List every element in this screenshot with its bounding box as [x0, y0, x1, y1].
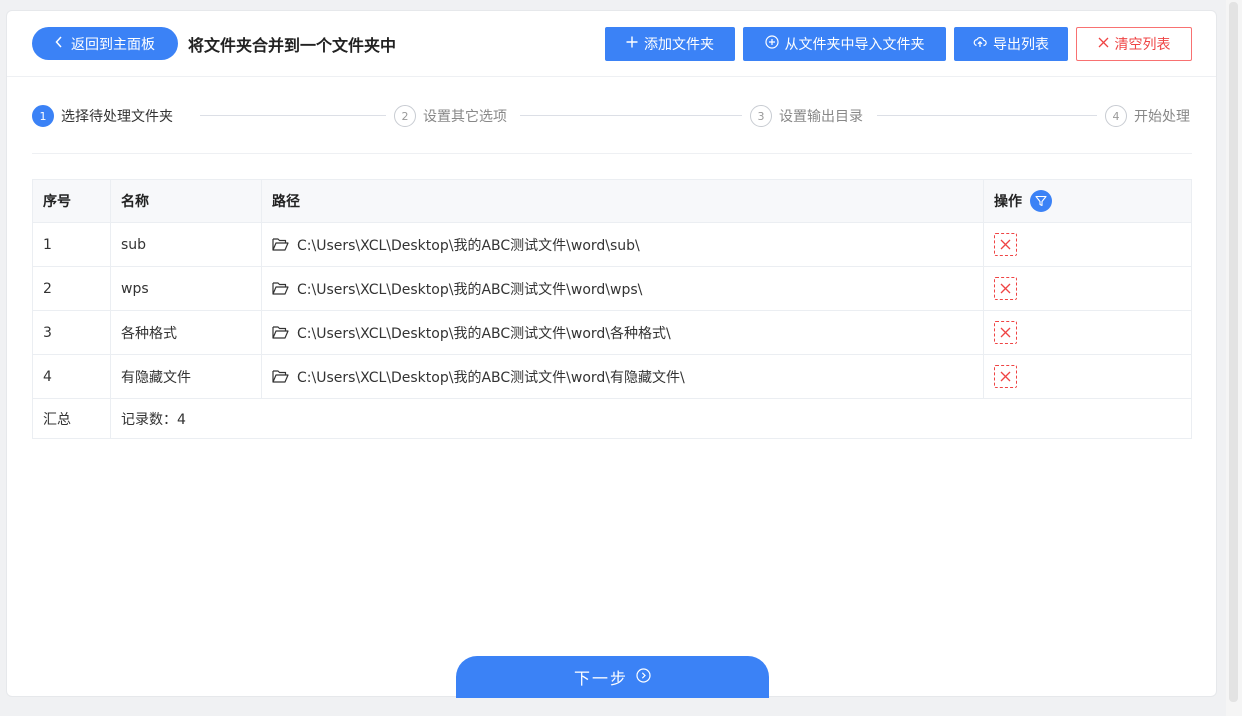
row-operation-cell — [983, 267, 1191, 310]
table-row[interactable]: 2 wps C:\Users\XCL\Desktop\我的ABC测试文件\wor… — [33, 267, 1191, 311]
column-header-index[interactable]: 序号 — [33, 180, 110, 222]
divider — [32, 153, 1192, 154]
back-to-dashboard-label: 返回到主面板 — [71, 36, 155, 53]
step-2: 2 设置其它选项 — [390, 103, 515, 129]
scrollbar-thumb[interactable] — [1229, 2, 1238, 702]
delete-row-icon[interactable] — [994, 321, 1017, 344]
folder-open-icon — [272, 370, 289, 383]
delete-row-icon[interactable] — [994, 233, 1017, 256]
next-step-label: 下一步 — [573, 669, 628, 688]
clear-list-button[interactable]: 清空列表 — [1076, 27, 1192, 61]
export-list-label: 导出列表 — [993, 37, 1049, 53]
main-panel: 返回到主面板 将文件夹合并到一个文件夹中 添加文件夹 从文件夹中导入文件夹 导出… — [6, 10, 1217, 698]
folder-open-icon — [272, 326, 289, 339]
row-path-cell: C:\Users\XCL\Desktop\我的ABC测试文件\word\有隐藏文… — [261, 355, 983, 398]
row-operation-cell — [983, 223, 1191, 266]
table-row[interactable]: 1 sub C:\Users\XCL\Desktop\我的ABC测试文件\wor… — [33, 223, 1191, 267]
row-path-cell: C:\Users\XCL\Desktop\我的ABC测试文件\word\wps\ — [261, 267, 983, 310]
row-name: 有隐藏文件 — [110, 355, 261, 398]
step-connector — [877, 115, 1097, 116]
row-name: 各种格式 — [110, 311, 261, 354]
folder-table: 序号 名称 路径 操作 1 sub C:\Users\XCL\Desktop\我… — [32, 179, 1192, 439]
row-index: 1 — [43, 236, 52, 253]
row-index: 2 — [43, 280, 52, 297]
step-1: 1 选择待处理文件夹 — [32, 103, 181, 129]
column-header-operation-label: 操作 — [994, 194, 1022, 210]
row-path: C:\Users\XCL\Desktop\我的ABC测试文件\word\各种格式… — [297, 325, 671, 342]
row-path: C:\Users\XCL\Desktop\我的ABC测试文件\word\有隐藏文… — [297, 369, 685, 386]
folder-open-icon — [272, 282, 289, 295]
row-path: C:\Users\XCL\Desktop\我的ABC测试文件\word\wps\ — [297, 281, 643, 298]
step-number: 1 — [32, 105, 54, 127]
summary-label: 汇总 — [43, 411, 71, 428]
step-connector — [520, 115, 742, 116]
row-index: 3 — [43, 324, 52, 341]
step-number: 2 — [394, 105, 416, 127]
row-path-cell: C:\Users\XCL\Desktop\我的ABC测试文件\word\各种格式… — [261, 311, 983, 354]
close-icon — [1098, 36, 1109, 52]
table-row[interactable]: 4 有隐藏文件 C:\Users\XCL\Desktop\我的ABC测试文件\w… — [33, 355, 1191, 399]
table-summary-row: 汇总 记录数：4 — [33, 399, 1191, 439]
clear-list-label: 清空列表 — [1114, 37, 1171, 53]
step-connector — [200, 115, 386, 116]
row-name: wps — [110, 267, 261, 310]
plus-icon — [626, 36, 638, 52]
summary-record-count: 记录数：4 — [110, 399, 1191, 438]
chevron-left-icon — [55, 35, 63, 52]
toolbar: 返回到主面板 将文件夹合并到一个文件夹中 添加文件夹 从文件夹中导入文件夹 导出… — [7, 11, 1216, 77]
next-step-button[interactable]: 下一步 — [456, 656, 769, 698]
column-header-operation: 操作 — [983, 180, 1191, 222]
step-label: 开始处理 — [1134, 109, 1190, 125]
folder-open-icon — [272, 238, 289, 251]
add-folder-label: 添加文件夹 — [644, 37, 714, 53]
plus-circle-icon — [764, 35, 779, 53]
row-path: C:\Users\XCL\Desktop\我的ABC测试文件\word\sub\ — [297, 237, 640, 254]
row-path-cell: C:\Users\XCL\Desktop\我的ABC测试文件\word\sub\ — [261, 223, 983, 266]
step-4: 4 开始处理 — [1101, 103, 1190, 129]
page-title: 将文件夹合并到一个文件夹中 — [188, 35, 397, 55]
delete-row-icon[interactable] — [994, 365, 1017, 388]
back-to-dashboard-button[interactable]: 返回到主面板 — [32, 27, 178, 60]
row-operation-cell — [983, 355, 1191, 398]
add-folder-button[interactable]: 添加文件夹 — [605, 27, 735, 61]
step-label: 设置输出目录 — [779, 109, 863, 125]
cloud-upload-icon — [973, 36, 987, 52]
step-label: 设置其它选项 — [423, 109, 507, 125]
step-number: 4 — [1105, 105, 1127, 127]
delete-row-icon[interactable] — [994, 277, 1017, 300]
chevron-right-circle-icon — [636, 667, 651, 687]
export-list-button[interactable]: 导出列表 — [954, 27, 1068, 61]
column-header-name[interactable]: 名称 — [110, 180, 261, 222]
step-label: 选择待处理文件夹 — [61, 109, 173, 125]
row-index: 4 — [43, 368, 52, 385]
table-header-row: 序号 名称 路径 操作 — [33, 180, 1191, 223]
step-3: 3 设置输出目录 — [746, 103, 871, 129]
row-name: sub — [110, 223, 261, 266]
filter-icon[interactable] — [1030, 190, 1052, 212]
import-folder-label: 从文件夹中导入文件夹 — [784, 37, 925, 53]
step-indicator: 1 选择待处理文件夹 2 设置其它选项 3 设置输出目录 4 开始处理 — [32, 103, 1192, 129]
step-number: 3 — [750, 105, 772, 127]
row-operation-cell — [983, 311, 1191, 354]
import-folder-button[interactable]: 从文件夹中导入文件夹 — [743, 27, 946, 61]
table-row[interactable]: 3 各种格式 C:\Users\XCL\Desktop\我的ABC测试文件\wo… — [33, 311, 1191, 355]
column-header-path[interactable]: 路径 — [261, 180, 983, 222]
